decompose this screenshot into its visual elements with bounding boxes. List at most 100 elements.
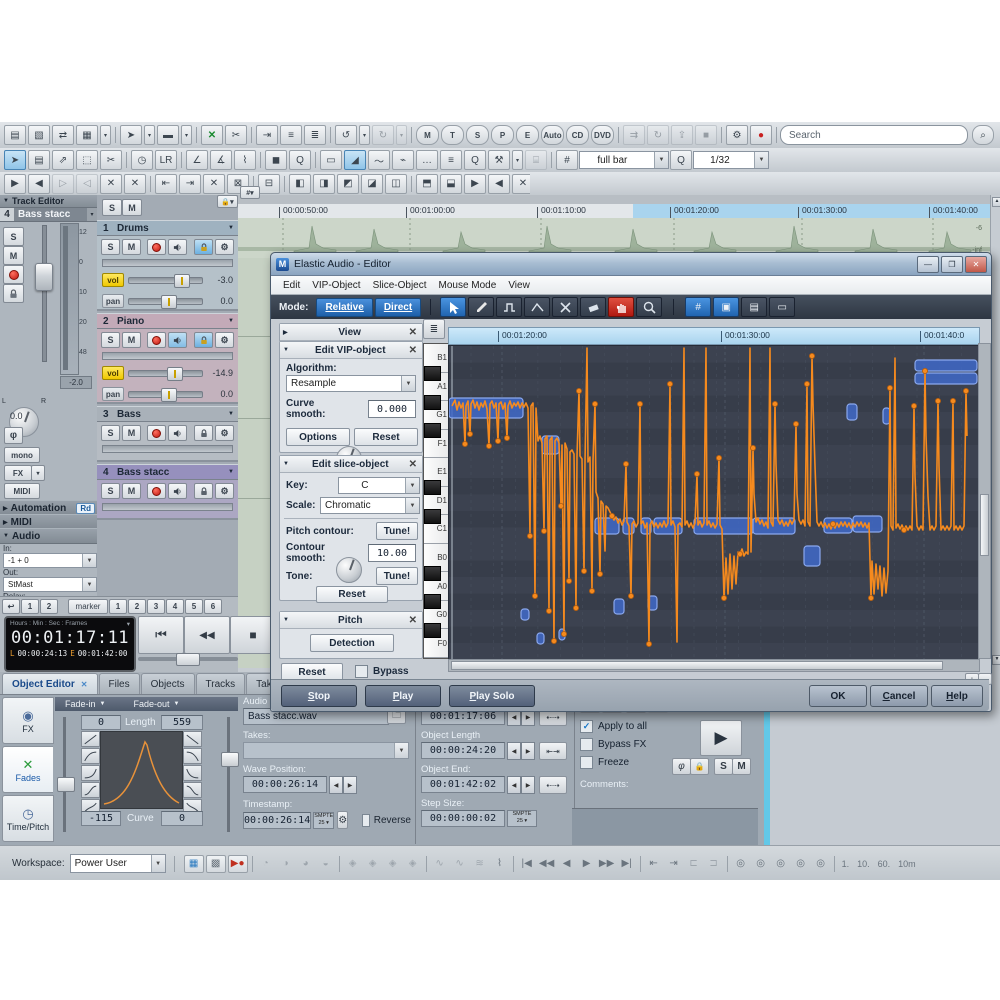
pitch-graph[interactable] bbox=[448, 345, 980, 661]
obj-prev-icon[interactable]: ◧ bbox=[289, 174, 311, 194]
pan-slider[interactable] bbox=[128, 391, 203, 398]
vol-slider-thumb[interactable] bbox=[167, 367, 183, 381]
graph-hscrollbar[interactable] bbox=[448, 659, 980, 672]
nav-diamond-2-icon[interactable]: ◈ bbox=[364, 856, 382, 872]
track-freeze-icon[interactable]: ⇉ bbox=[623, 125, 645, 145]
automation-read-badge[interactable]: Rd bbox=[76, 503, 95, 514]
vip-close-icon[interactable]: ✕ bbox=[409, 345, 417, 356]
goto-start-icon[interactable]: |◀ bbox=[518, 856, 536, 872]
record-enable-icon[interactable]: ● bbox=[750, 125, 772, 145]
mono-button[interactable]: mono bbox=[4, 447, 40, 463]
symbols-badge-icon[interactable]: S bbox=[466, 125, 489, 145]
redo-icon[interactable]: ↻ bbox=[372, 125, 394, 145]
object-lock-icon[interactable]: ▭ bbox=[320, 150, 342, 170]
step-tool-icon[interactable] bbox=[496, 297, 522, 317]
slice-reset-button[interactable]: Reset bbox=[316, 586, 388, 603]
range-1-button[interactable]: 1 bbox=[21, 599, 39, 614]
zoom-preset-3[interactable]: 60. bbox=[878, 859, 891, 869]
track-header[interactable]: 4Bass stacc▼ bbox=[97, 464, 238, 480]
fx-button[interactable]: FX bbox=[4, 465, 32, 481]
draw-volume-icon[interactable]: ∠ bbox=[186, 150, 208, 170]
options-button[interactable]: Options bbox=[286, 428, 350, 446]
auto-badge-icon[interactable]: Auto bbox=[541, 125, 564, 145]
track-mute-button[interactable]: M bbox=[122, 425, 141, 441]
fade-out-selector[interactable]: Fade-out bbox=[133, 699, 169, 709]
zoom-eye-3-icon[interactable]: ◎ bbox=[772, 856, 790, 872]
track-monitor-button[interactable] bbox=[168, 483, 187, 499]
time-display[interactable]: Hours : Min : Sec : Frames▾ 00:01:17:11 … bbox=[4, 616, 136, 672]
track-fx-gear-icon[interactable]: ⚙ bbox=[215, 239, 234, 255]
more-icon[interactable]: ▾ bbox=[512, 150, 523, 170]
view-close-icon[interactable]: ✕ bbox=[409, 327, 417, 338]
lock-display-icon[interactable]: ▤ bbox=[741, 297, 767, 317]
track-header[interactable]: 1Drums▼ bbox=[97, 220, 238, 236]
dialog-title-bar[interactable]: M Elastic Audio - Editor — ❐ ✕ bbox=[271, 253, 991, 276]
slice-collapse-icon[interactable]: ▼ bbox=[283, 461, 289, 467]
crossfade-x-icon[interactable]: ✕ bbox=[201, 125, 223, 145]
time-menu-icon[interactable]: ▾ bbox=[127, 620, 130, 628]
reverse-checkbox[interactable] bbox=[362, 814, 370, 827]
track-collapse-icon[interactable]: ▼ bbox=[228, 469, 234, 475]
curve-value-field[interactable]: 0 bbox=[161, 811, 203, 826]
fade-shape-out-3-icon[interactable] bbox=[183, 765, 202, 781]
object-end-move-icon[interactable]: ⇠⇢ bbox=[539, 776, 567, 794]
vol-slider-thumb[interactable] bbox=[174, 274, 190, 288]
vol-slider[interactable] bbox=[128, 277, 203, 284]
search-input[interactable]: Search bbox=[780, 125, 968, 145]
curve-smooth-value[interactable]: 0.000 bbox=[368, 400, 416, 418]
marker-label-button[interactable]: marker bbox=[68, 599, 108, 614]
wave-zoom-2-icon[interactable]: ∿ bbox=[451, 856, 469, 872]
editor-badge-icon[interactable]: E bbox=[516, 125, 539, 145]
save-more-icon[interactable]: ▾ bbox=[100, 125, 111, 145]
track-fx-gear-icon[interactable]: ⚙ bbox=[215, 425, 234, 441]
help-button[interactable]: Help bbox=[931, 685, 983, 707]
track-solo-button[interactable]: S bbox=[101, 332, 120, 348]
marker-6-button[interactable]: 6 bbox=[204, 599, 222, 614]
track-solo-button[interactable]: S bbox=[101, 239, 120, 255]
audio-in-select[interactable]: -1 + 0▼ bbox=[3, 553, 97, 568]
piano-black-key-icon[interactable] bbox=[424, 366, 441, 381]
dvd-badge-icon[interactable]: DVD bbox=[591, 125, 614, 145]
cpu-meter-3-icon[interactable]: ◕ bbox=[297, 856, 315, 872]
cursor-more-icon[interactable]: ▾ bbox=[144, 125, 155, 145]
stop-render-icon[interactable]: ■ bbox=[695, 125, 717, 145]
tab-objects[interactable]: Objects bbox=[141, 673, 195, 694]
nav-diamond-3-icon[interactable]: ◈ bbox=[384, 856, 402, 872]
save-icon[interactable]: ▦ bbox=[76, 125, 98, 145]
track-header[interactable]: 2Piano▼ bbox=[97, 313, 238, 329]
search-go-icon[interactable]: ⌕ bbox=[972, 125, 994, 145]
del-marker-icon[interactable]: ✕ bbox=[100, 174, 122, 194]
track-record-button[interactable] bbox=[147, 239, 166, 255]
range-tool-icon[interactable]: ▬ bbox=[157, 125, 179, 145]
wave-edit-icon[interactable]: ⌁ bbox=[392, 150, 414, 170]
range-more-icon[interactable]: ▾ bbox=[181, 125, 192, 145]
step-smpte-selector[interactable]: SMPTE25 ▾ bbox=[507, 810, 537, 827]
range-a-icon[interactable]: ⊏ bbox=[685, 856, 703, 872]
object-mode-icon[interactable]: ⬚ bbox=[76, 150, 98, 170]
loop-range-icon[interactable]: ⬒ bbox=[416, 174, 438, 194]
keyboard-list-icon[interactable]: ≣ bbox=[423, 319, 445, 339]
track-lock-button[interactable] bbox=[194, 483, 213, 499]
rew-icon[interactable]: ◀ bbox=[28, 174, 50, 194]
zoom-preset-4[interactable]: 10m bbox=[898, 859, 916, 869]
marker-set2-icon[interactable]: ⇥ bbox=[179, 174, 201, 194]
fast-fwd-icon[interactable]: ▶▶ bbox=[598, 856, 616, 872]
menu-vip-object[interactable]: VIP-Object bbox=[312, 280, 360, 291]
meter-icon[interactable]: ⌸ bbox=[525, 150, 547, 170]
obj-end-icon[interactable]: ◪ bbox=[361, 174, 383, 194]
track-editor-header[interactable]: ▼Track Editor bbox=[0, 195, 97, 208]
close-icon[interactable]: ✕ bbox=[965, 256, 987, 273]
piano-black-key-icon[interactable] bbox=[424, 623, 441, 638]
step-fwd-icon[interactable]: ▶ bbox=[578, 856, 596, 872]
object-length-spinner[interactable]: ◀▶ bbox=[507, 742, 535, 760]
quantize-icon[interactable]: Q bbox=[464, 150, 486, 170]
track-select-dropdown[interactable]: ▾ bbox=[87, 208, 97, 221]
pitch-contour-tune-button[interactable]: Tune! bbox=[376, 522, 418, 540]
pitch-close-icon[interactable]: ✕ bbox=[409, 615, 417, 626]
workspace-select[interactable]: Power User▼ bbox=[70, 854, 166, 873]
zoom-preset-2[interactable]: 10. bbox=[857, 859, 870, 869]
selected-track-row[interactable]: 4 Bass stacc ▾ bbox=[0, 208, 97, 222]
track-monitor-button[interactable] bbox=[168, 239, 187, 255]
select-tool-icon[interactable] bbox=[440, 297, 466, 317]
scroll-down-icon[interactable]: ▼ bbox=[992, 655, 1000, 665]
